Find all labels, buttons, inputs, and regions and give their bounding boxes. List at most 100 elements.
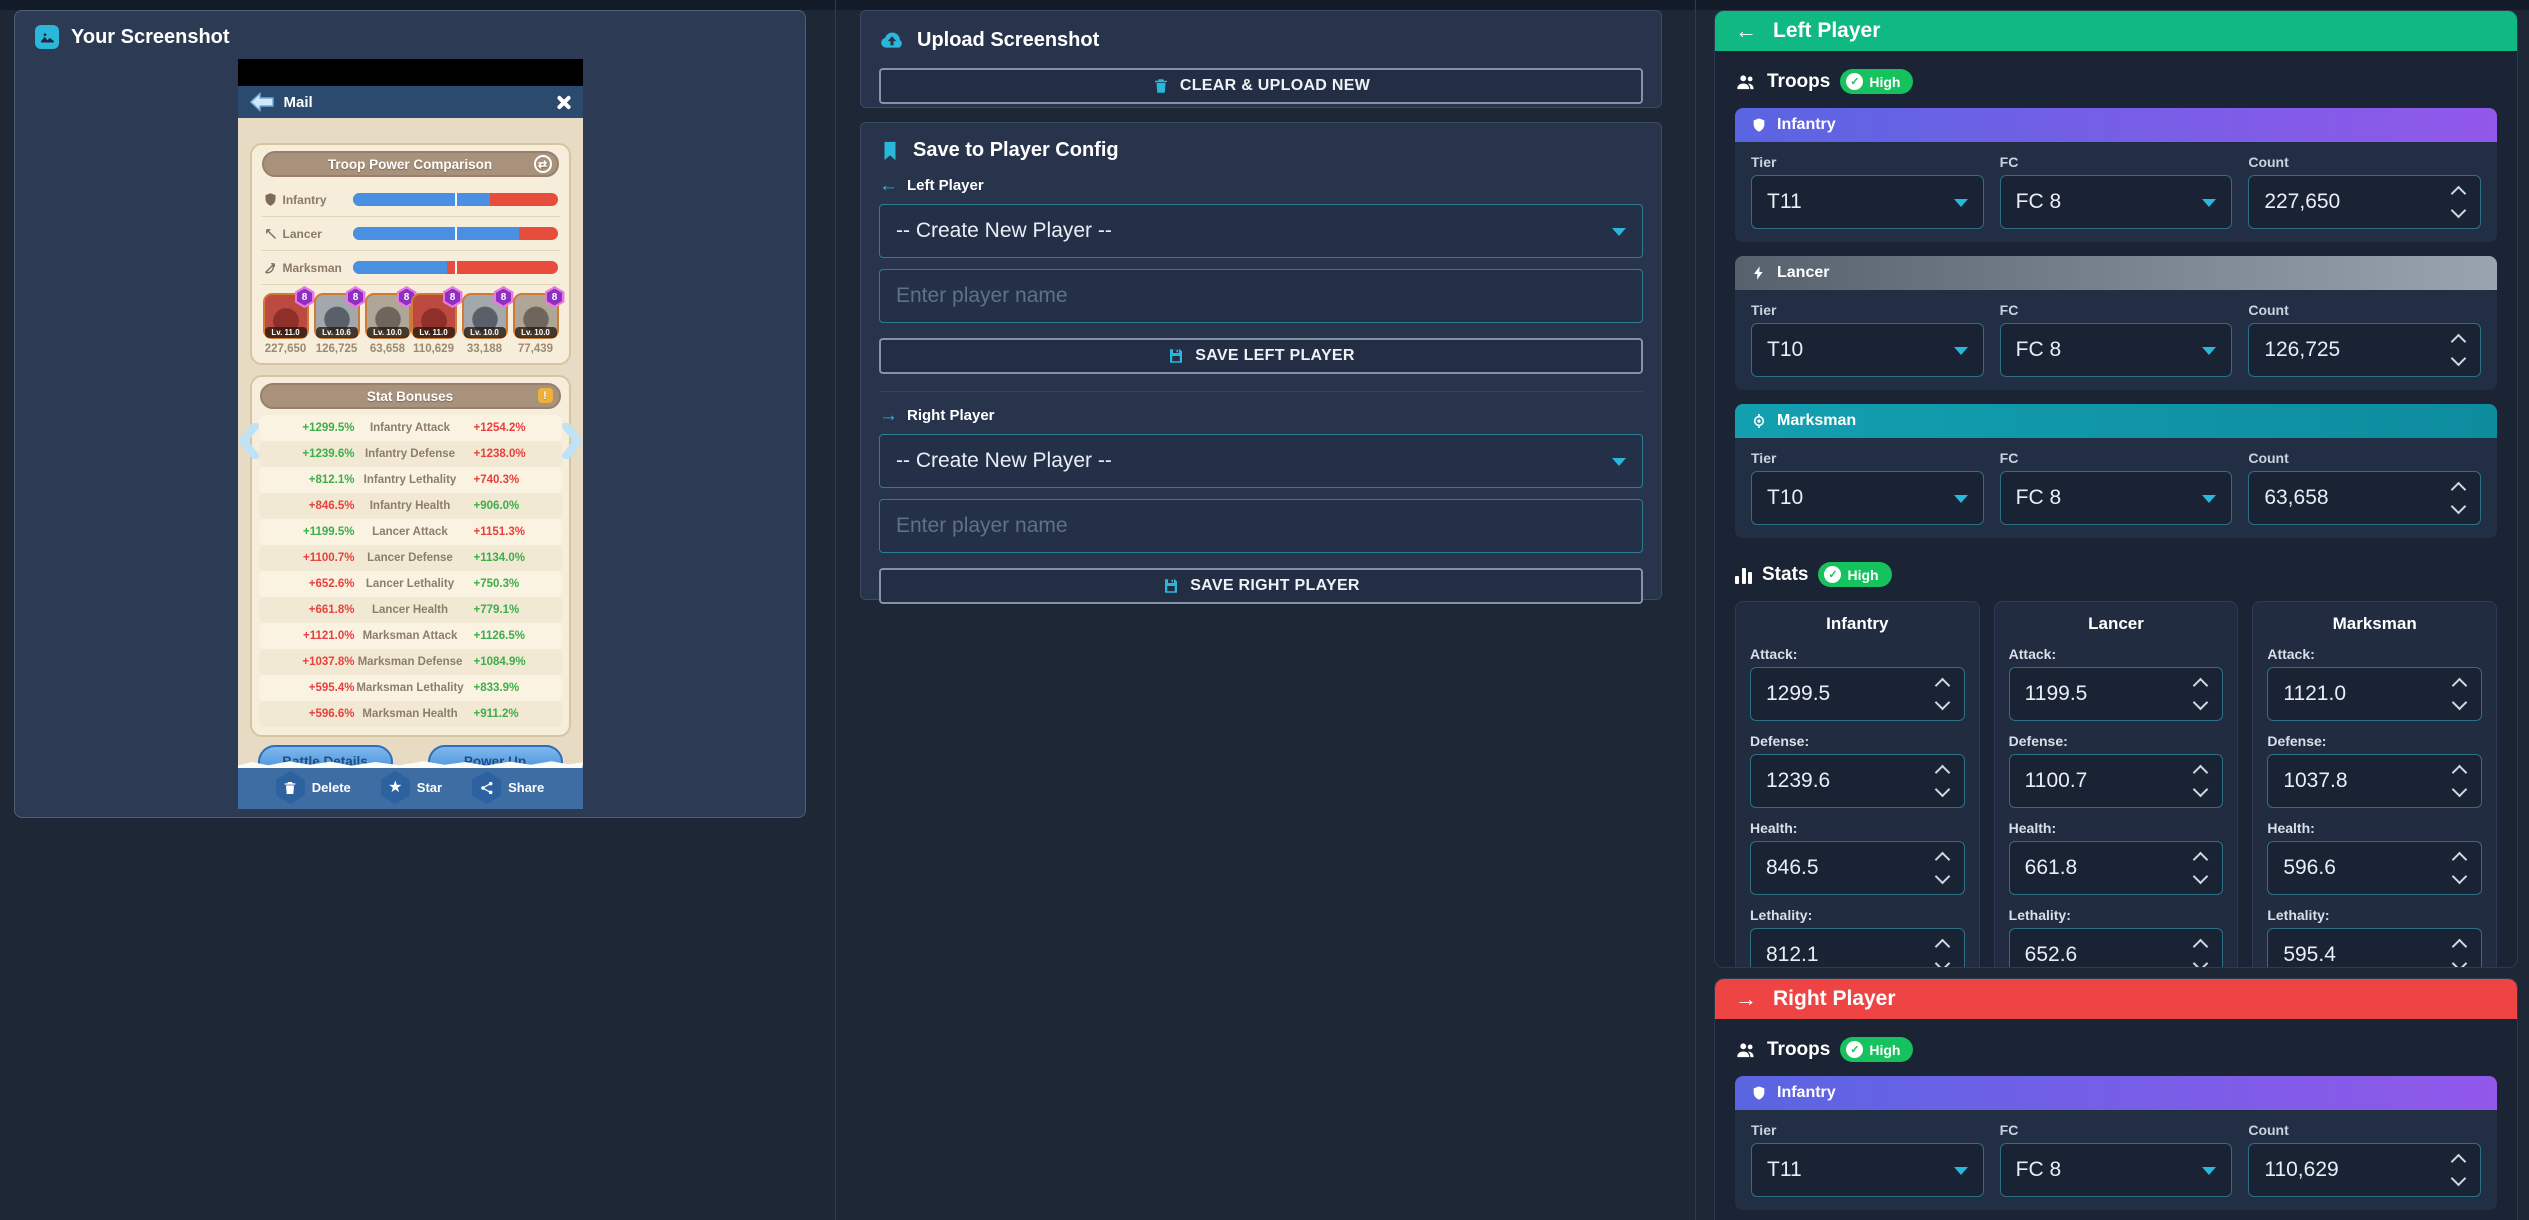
- chevron-left-icon[interactable]: [238, 423, 259, 459]
- troop-count: 33,188: [462, 343, 508, 355]
- lancer-count-input[interactable]: 126,725: [2248, 323, 2481, 377]
- chevron-down-icon[interactable]: [2193, 956, 2209, 968]
- chevron-down-icon[interactable]: [2193, 695, 2209, 711]
- save-config-title-row: Save to Player Config: [879, 139, 1643, 162]
- infantry-attack-input[interactable]: 1299.5: [1750, 667, 1965, 721]
- clear-upload-button[interactable]: CLEAR & UPLOAD NEW: [879, 68, 1643, 104]
- delete-action[interactable]: Delete: [276, 771, 351, 804]
- lightning-icon: [1751, 265, 1767, 281]
- users-icon: [1735, 1039, 1757, 1061]
- chevron-up-icon[interactable]: [2451, 1154, 2467, 1170]
- marksman-tier-select[interactable]: T10: [1751, 471, 1984, 525]
- save-right-player-button[interactable]: SAVE RIGHT PLAYER: [879, 568, 1643, 604]
- chevron-down-icon[interactable]: [1934, 695, 1950, 711]
- left-player-select[interactable]: -- Create New Player --: [879, 204, 1643, 258]
- chevron-up-icon[interactable]: [1934, 678, 1950, 694]
- chevron-down-icon: [2202, 495, 2216, 503]
- troop-count: 77,439: [513, 343, 559, 355]
- infantry-health-input[interactable]: 846.5: [1750, 841, 1965, 895]
- lancer-attack-input[interactable]: 1199.5: [2009, 667, 2224, 721]
- chevron-down-icon[interactable]: [2452, 695, 2468, 711]
- infantry-fc-select[interactable]: FC 8: [2000, 175, 2233, 229]
- chevron-up-icon[interactable]: [2451, 482, 2467, 498]
- bonus-row: +652.6%Lancer Lethality+750.3%: [259, 571, 562, 597]
- app-page: Your Screenshot Mail Troop Power Com: [0, 0, 2529, 1220]
- infantry-tier-select[interactable]: T11: [1751, 1143, 1984, 1197]
- troop-count: 63,658: [365, 343, 411, 355]
- chevron-down-icon[interactable]: [2451, 351, 2467, 367]
- infantry-fc-select[interactable]: FC 8: [2000, 1143, 2233, 1197]
- lancer-health-input[interactable]: 661.8: [2009, 841, 2224, 895]
- troop-group-lancer: Lancer Tier T10 FC FC 8 Count: [1735, 256, 2497, 390]
- bonus-row: +1199.5%Lancer Attack+1151.3%: [259, 519, 562, 545]
- lancer-tier-select[interactable]: T10: [1751, 323, 1984, 377]
- mail-title: Mail: [284, 94, 556, 111]
- left-player-name-input[interactable]: [879, 269, 1643, 323]
- save-left-player-button[interactable]: SAVE LEFT PLAYER: [879, 338, 1643, 374]
- stat-card-infantry: Infantry Attack: 1299.5 Defense: 1239.6 …: [1735, 601, 1980, 968]
- share-action[interactable]: Share: [472, 771, 544, 804]
- chevron-down-icon[interactable]: [2451, 203, 2467, 219]
- back-arrow-icon[interactable]: [250, 92, 274, 112]
- chevron-up-icon[interactable]: [2452, 765, 2468, 781]
- right-player-name-input[interactable]: [879, 499, 1643, 553]
- marksman-count-input[interactable]: 63,658: [2248, 471, 2481, 525]
- chevron-up-icon[interactable]: [1934, 852, 1950, 868]
- marksman-health-input[interactable]: 596.6: [2267, 841, 2482, 895]
- uploaded-screenshot: Mail Troop Power Comparison ⇄: [238, 59, 583, 809]
- users-icon: [1735, 71, 1757, 93]
- lancer-defense-input[interactable]: 1100.7: [2009, 754, 2224, 808]
- chevron-down-icon[interactable]: [2452, 869, 2468, 885]
- alert-icon[interactable]: !: [538, 388, 553, 403]
- stat-bonuses-header: Stat Bonuses !: [260, 383, 561, 409]
- chevron-down-icon[interactable]: [2193, 869, 2209, 885]
- marksman-lethality-input[interactable]: 595.4: [2267, 928, 2482, 968]
- infantry-count-input[interactable]: 110,629: [2248, 1143, 2481, 1197]
- infantry-count-input[interactable]: 227,650: [2248, 175, 2481, 229]
- chevron-up-icon[interactable]: [2451, 334, 2467, 350]
- chevron-up-icon[interactable]: [2193, 678, 2209, 694]
- troops-status-badge: ✓ High: [1840, 1037, 1913, 1062]
- infantry-lethality-input[interactable]: 812.1: [1750, 928, 1965, 968]
- count-label: Count: [2248, 450, 2481, 466]
- troop-level: Lv. 10.0: [367, 327, 409, 338]
- chevron-up-icon[interactable]: [2451, 186, 2467, 202]
- infantry-defense-input[interactable]: 1239.6: [1750, 754, 1965, 808]
- chevron-up-icon[interactable]: [2193, 939, 2209, 955]
- close-icon[interactable]: [556, 95, 571, 110]
- chevron-right-icon[interactable]: [562, 423, 583, 459]
- chevron-down-icon[interactable]: [2193, 782, 2209, 798]
- chevron-down-icon[interactable]: [2451, 499, 2467, 515]
- chevron-down-icon[interactable]: [1934, 782, 1950, 798]
- chevron-down-icon: [1612, 228, 1626, 236]
- marksman-fc-select[interactable]: FC 8: [2000, 471, 2233, 525]
- marksman-attack-input[interactable]: 1121.0: [2267, 667, 2482, 721]
- marksman-defense-input[interactable]: 1037.8: [2267, 754, 2482, 808]
- troop-level: Lv. 11.0: [413, 327, 455, 338]
- star-icon: ★: [381, 771, 410, 804]
- chevron-up-icon[interactable]: [2452, 939, 2468, 955]
- chevron-up-icon[interactable]: [2452, 678, 2468, 694]
- lancer-fc-select[interactable]: FC 8: [2000, 323, 2233, 377]
- your-screenshot-title: Your Screenshot: [71, 26, 230, 49]
- troop-power-title: Troop Power Comparison: [328, 157, 492, 172]
- chevron-up-icon[interactable]: [1934, 765, 1950, 781]
- chevron-down-icon[interactable]: [2452, 782, 2468, 798]
- arrow-left-icon: ←: [1735, 18, 1757, 44]
- chevron-down-icon[interactable]: [2452, 956, 2468, 968]
- lancer-lethality-input[interactable]: 652.6: [2009, 928, 2224, 968]
- troop-portrait: 8 Lv. 10.0: [462, 293, 508, 339]
- chevron-down-icon[interactable]: [2451, 1171, 2467, 1187]
- chevron-down-icon[interactable]: [1934, 869, 1950, 885]
- chevron-up-icon[interactable]: [2193, 852, 2209, 868]
- chevron-up-icon[interactable]: [2452, 852, 2468, 868]
- infantry-tier-select[interactable]: T11: [1751, 175, 1984, 229]
- chevron-up-icon[interactable]: [2193, 765, 2209, 781]
- star-action[interactable]: ★ Star: [381, 771, 442, 804]
- chevron-down-icon[interactable]: [1934, 956, 1950, 968]
- chevron-up-icon[interactable]: [1934, 939, 1950, 955]
- right-player-select[interactable]: -- Create New Player --: [879, 434, 1643, 488]
- swap-icon[interactable]: ⇄: [534, 155, 552, 173]
- bonus-row: +1037.8%Marksman Defense+1084.9%: [259, 649, 562, 675]
- share-icon: [472, 771, 501, 804]
